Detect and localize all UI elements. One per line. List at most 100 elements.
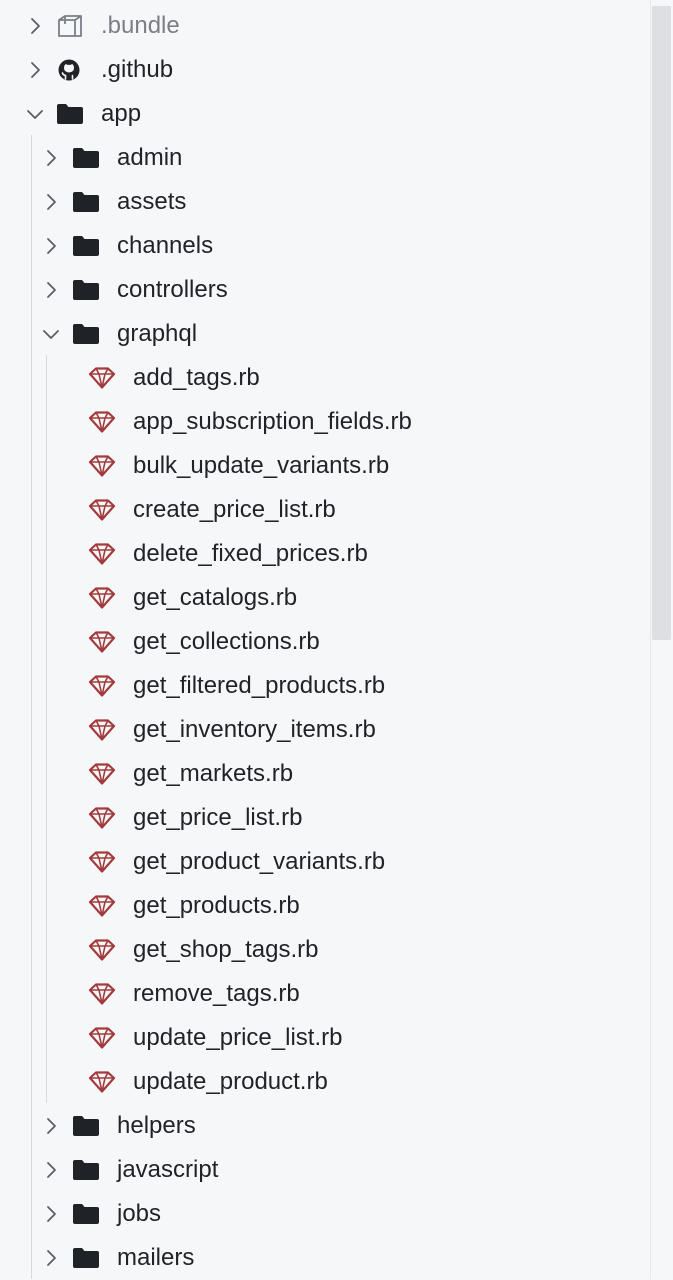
tree-item-label: mailers	[117, 1244, 195, 1271]
ruby-icon	[88, 631, 116, 653]
tree-item[interactable]: update_price_list.rb	[0, 1016, 650, 1060]
tree-item[interactable]: get_collections.rb	[0, 620, 650, 664]
chevron-right-icon[interactable]	[41, 1204, 61, 1224]
chevron-right-icon[interactable]	[41, 192, 61, 212]
scrollbar-thumb[interactable]	[652, 6, 671, 640]
tree-item-label: get_filtered_products.rb	[133, 672, 386, 699]
tree-item-label: channels	[117, 232, 214, 259]
folder-icon	[72, 1203, 100, 1225]
ruby-icon	[88, 851, 116, 873]
tree-item-label: get_shop_tags.rb	[133, 936, 319, 963]
tree-item-label: app_subscription_fields.rb	[133, 408, 412, 435]
chevron-right-icon[interactable]	[41, 236, 61, 256]
tree-item-label: .bundle	[101, 12, 180, 39]
ruby-icon	[88, 455, 116, 477]
package-icon	[56, 15, 84, 37]
tree-item[interactable]: .bundle	[0, 4, 650, 48]
tree-item[interactable]: get_inventory_items.rb	[0, 708, 650, 752]
tree-item-label: app	[101, 100, 142, 127]
chevron-right-icon[interactable]	[41, 1160, 61, 1180]
folder-icon	[72, 323, 100, 345]
chevron-down-icon[interactable]	[25, 104, 45, 124]
tree-item-label: update_product.rb	[133, 1068, 328, 1095]
tree-item[interactable]: add_tags.rb	[0, 356, 650, 400]
ruby-icon	[88, 411, 116, 433]
tree-item[interactable]: helpers	[0, 1104, 650, 1148]
tree-item[interactable]: update_product.rb	[0, 1060, 650, 1104]
tree-item-label: get_collections.rb	[133, 628, 320, 655]
folder-icon	[72, 279, 100, 301]
tree-item-label: get_product_variants.rb	[133, 848, 386, 875]
tree-item-label: assets	[117, 188, 187, 215]
folder-icon	[72, 147, 100, 169]
chevron-right-icon[interactable]	[41, 280, 61, 300]
folder-icon	[72, 1115, 100, 1137]
tree-item[interactable]: delete_fixed_prices.rb	[0, 532, 650, 576]
tree-item-label: helpers	[117, 1112, 196, 1139]
chevron-right-icon[interactable]	[41, 148, 61, 168]
chevron-right-icon[interactable]	[41, 1116, 61, 1136]
tree-item[interactable]: graphql	[0, 312, 650, 356]
ruby-icon	[88, 983, 116, 1005]
folder-icon	[72, 235, 100, 257]
tree-item[interactable]: get_markets.rb	[0, 752, 650, 796]
tree-item-label: remove_tags.rb	[133, 980, 300, 1007]
chevron-right-icon[interactable]	[41, 1248, 61, 1268]
tree-item-label: get_catalogs.rb	[133, 584, 298, 611]
tree-item-label: get_inventory_items.rb	[133, 716, 376, 743]
tree-item-label: get_markets.rb	[133, 760, 294, 787]
tree-item-label: add_tags.rb	[133, 364, 260, 391]
tree-item-label: .github	[101, 56, 174, 83]
tree-item[interactable]: get_filtered_products.rb	[0, 664, 650, 708]
ruby-icon	[88, 895, 116, 917]
chevron-right-icon[interactable]	[25, 60, 45, 80]
github-icon	[56, 59, 84, 81]
tree-item-label: graphql	[117, 320, 198, 347]
tree-item-label: javascript	[117, 1156, 219, 1183]
tree-item-label: get_price_list.rb	[133, 804, 303, 831]
ruby-icon	[88, 587, 116, 609]
ruby-icon	[88, 367, 116, 389]
ruby-icon	[88, 1027, 116, 1049]
ruby-icon	[88, 1071, 116, 1093]
tree-item[interactable]: mailers	[0, 1236, 650, 1280]
tree-item[interactable]: admin	[0, 136, 650, 180]
tree-item[interactable]: get_product_variants.rb	[0, 840, 650, 884]
tree-item[interactable]: assets	[0, 180, 650, 224]
tree-item[interactable]: get_catalogs.rb	[0, 576, 650, 620]
tree-item-label: admin	[117, 144, 183, 171]
tree-item[interactable]: app_subscription_fields.rb	[0, 400, 650, 444]
ruby-icon	[88, 675, 116, 697]
tree-item-label: get_products.rb	[133, 892, 300, 919]
tree-item[interactable]: .github	[0, 48, 650, 92]
folder-icon	[72, 1247, 100, 1269]
tree-item[interactable]: javascript	[0, 1148, 650, 1192]
tree-item[interactable]: get_price_list.rb	[0, 796, 650, 840]
ruby-icon	[88, 763, 116, 785]
ruby-icon	[88, 939, 116, 961]
tree-item-label: controllers	[117, 276, 228, 303]
ruby-icon	[88, 719, 116, 741]
tree-item[interactable]: jobs	[0, 1192, 650, 1236]
tree-item[interactable]: controllers	[0, 268, 650, 312]
tree-item-label: delete_fixed_prices.rb	[133, 540, 368, 567]
tree-item-label: jobs	[117, 1200, 162, 1227]
ruby-icon	[88, 543, 116, 565]
tree-item[interactable]: bulk_update_variants.rb	[0, 444, 650, 488]
chevron-right-icon[interactable]	[25, 16, 45, 36]
ruby-icon	[88, 499, 116, 521]
tree-item[interactable]: create_price_list.rb	[0, 488, 650, 532]
file-tree: .bundle .github app admin assets channel…	[0, 0, 650, 1279]
tree-item[interactable]: app	[0, 92, 650, 136]
tree-item-label: update_price_list.rb	[133, 1024, 343, 1051]
chevron-down-icon[interactable]	[41, 324, 61, 344]
tree-item-label: bulk_update_variants.rb	[133, 452, 390, 479]
folder-icon	[72, 1159, 100, 1181]
tree-item[interactable]: channels	[0, 224, 650, 268]
tree-item[interactable]: get_products.rb	[0, 884, 650, 928]
tree-item[interactable]: remove_tags.rb	[0, 972, 650, 1016]
folder-icon	[56, 103, 84, 125]
tree-item-label: create_price_list.rb	[133, 496, 336, 523]
tree-item[interactable]: get_shop_tags.rb	[0, 928, 650, 972]
ruby-icon	[88, 807, 116, 829]
